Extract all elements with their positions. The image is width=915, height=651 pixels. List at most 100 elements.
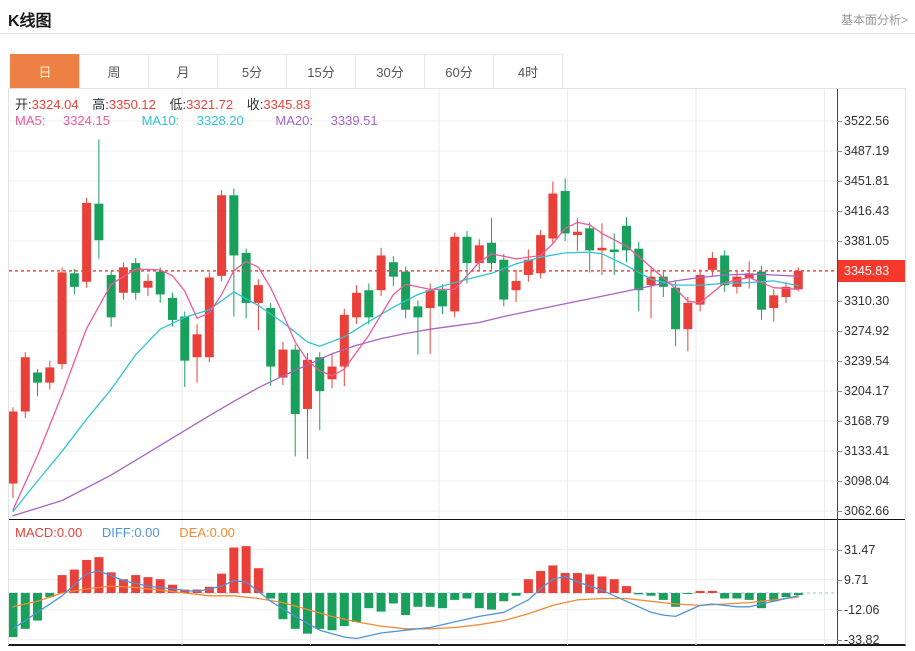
candle-body[interactable] [94,203,104,241]
candle-body[interactable] [168,297,178,320]
candle-body[interactable] [302,359,312,409]
macd-histogram-bar[interactable] [352,593,362,622]
candle-body[interactable] [57,272,67,365]
macd-histogram-bar[interactable] [732,593,742,599]
candle-body[interactable] [217,195,227,276]
macd-histogram-bar[interactable] [278,593,288,620]
candle-body[interactable] [437,290,447,307]
candle-body[interactable] [143,280,153,288]
macd-histogram-bar[interactable] [683,593,693,594]
tab-period-4[interactable]: 15分 [286,54,356,89]
candle-body[interactable] [352,292,362,318]
macd-histogram-bar[interactable] [315,593,325,629]
macd-histogram-bar[interactable] [585,574,595,593]
candle-body[interactable] [769,295,779,309]
macd-histogram-bar[interactable] [266,593,276,599]
candle-body[interactable] [683,302,693,330]
macd-histogram-bar[interactable] [658,593,668,600]
candle-body[interactable] [425,290,435,309]
candle-body[interactable] [82,202,92,282]
candlestick-chart[interactable] [9,89,837,519]
macd-histogram-bar[interactable] [462,593,472,599]
candle-body[interactable] [278,349,288,378]
candle-body[interactable] [413,306,423,318]
candle-body[interactable] [204,277,214,358]
candle-body[interactable] [315,357,325,392]
candle-body[interactable] [597,247,607,251]
tab-period-2[interactable]: 月 [148,54,218,89]
macd-histogram-bar[interactable] [388,593,398,604]
candle-body[interactable] [241,252,251,303]
macd-histogram-bar[interactable] [707,590,717,593]
fundamental-analysis-link[interactable]: 基本面分析> [841,11,908,28]
macd-histogram-bar[interactable] [241,546,251,593]
macd-histogram-bar[interactable] [425,593,435,607]
macd-histogram-bar[interactable] [57,575,67,593]
candle-body[interactable] [20,357,30,412]
macd-histogram-bar[interactable] [744,593,754,600]
candle-body[interactable] [585,228,595,251]
macd-histogram-bar[interactable] [781,593,791,598]
macd-histogram-bar[interactable] [401,593,411,616]
candle-body[interactable] [536,235,546,274]
candle-body[interactable] [388,262,398,277]
macd-histogram-bar[interactable] [290,593,300,629]
macd-histogram-bar[interactable] [9,593,18,638]
candle-body[interactable] [732,276,742,287]
macd-histogram-bar[interactable] [622,586,631,593]
macd-histogram-bar[interactable] [695,590,705,593]
candle-body[interactable] [327,366,337,380]
macd-histogram-bar[interactable] [302,593,312,634]
candle-body[interactable] [548,193,558,239]
macd-histogram-bar[interactable] [364,593,374,609]
macd-histogram-bar[interactable] [327,593,337,631]
candle-body[interactable] [450,236,460,312]
candle-body[interactable] [462,236,472,264]
tab-period-3[interactable]: 5分 [217,54,287,89]
macd-histogram-bar[interactable] [217,573,227,593]
candle-body[interactable] [609,249,619,253]
candle-body[interactable] [671,287,681,330]
macd-histogram-bar[interactable] [33,593,43,621]
candle-body[interactable] [229,195,239,256]
candle-body[interactable] [634,248,644,291]
candle-body[interactable] [364,290,374,318]
macd-histogram-bar[interactable] [720,593,730,599]
tab-period-0[interactable]: 日 [10,54,80,89]
candle-body[interactable] [499,259,509,300]
macd-histogram-bar[interactable] [793,593,803,596]
candle-body[interactable] [487,242,497,264]
macd-histogram-bar[interactable] [450,593,460,600]
macd-histogram-bar[interactable] [376,593,386,612]
macd-histogram-bar[interactable] [646,593,656,596]
macd-histogram-bar[interactable] [474,593,484,609]
candle-body[interactable] [155,271,165,295]
candle-body[interactable] [756,271,766,310]
macd-histogram-bar[interactable] [634,593,644,595]
candle-body[interactable] [290,349,300,415]
macd-histogram-bar[interactable] [499,593,509,602]
candle-body[interactable] [572,231,582,236]
candle-body[interactable] [45,367,55,383]
macd-histogram-bar[interactable] [413,593,423,607]
candle-body[interactable] [180,316,190,361]
macd-histogram-bar[interactable] [487,593,497,610]
macd-histogram-bar[interactable] [609,579,619,593]
macd-histogram-bar[interactable] [339,593,349,627]
candle-body[interactable] [33,372,43,383]
candle-body[interactable] [192,334,202,358]
macd-histogram-bar[interactable] [511,593,521,596]
candle-body[interactable] [69,273,79,287]
tab-period-5[interactable]: 30分 [355,54,425,89]
candle-body[interactable] [339,314,349,367]
candle-body[interactable] [511,280,521,291]
candle-body[interactable] [9,411,18,484]
tab-period-6[interactable]: 60分 [424,54,494,89]
macd-histogram-bar[interactable] [20,593,30,629]
macd-histogram-bar[interactable] [229,547,239,593]
candle-body[interactable] [376,255,386,291]
tab-period-7[interactable]: 4时 [493,54,563,89]
candle-body[interactable] [707,258,717,270]
macd-histogram-bar[interactable] [437,593,447,609]
macd-histogram-bar[interactable] [523,579,533,593]
